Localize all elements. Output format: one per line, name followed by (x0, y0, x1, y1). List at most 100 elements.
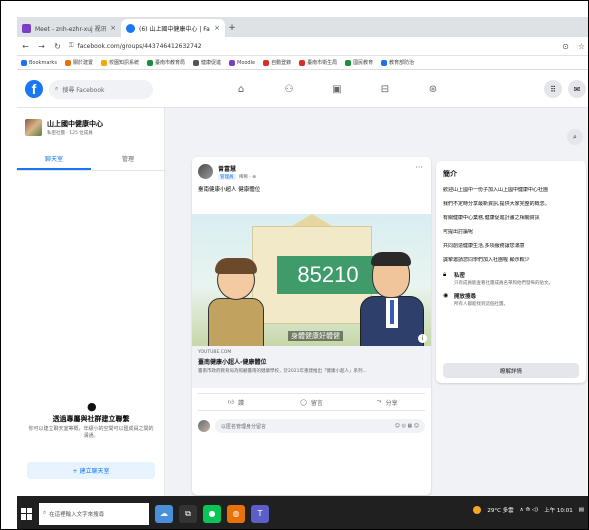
post-time: 稀稀 · ⊕ (238, 175, 256, 180)
url-field[interactable]: ⚿ facebook.com/groups/443746412632742 (69, 42, 554, 50)
bookmark-label: 臺南市教育局 (154, 60, 185, 66)
tray-icons[interactable]: ∧ ⟰ ◁) (520, 507, 539, 513)
line-app-icon[interactable]: ● (203, 504, 221, 523)
bookmark-star-icon[interactable]: ☆ (577, 42, 586, 51)
visibility-info: ◉ 開放搜尋 所有人都能找到這個社團。 (443, 292, 579, 307)
clock[interactable]: 上午 10:01 (544, 506, 573, 514)
author-name[interactable]: 曾富慧 (218, 164, 256, 173)
bookmark-item[interactable]: 關於建置 (64, 59, 93, 66)
comment-button[interactable]: ◯ 留言 (274, 394, 350, 410)
site-info-icon[interactable]: ⚿ (69, 42, 74, 50)
facebook-search-input[interactable]: ⌕ 搜尋 Facebook (49, 79, 153, 99)
bookmark-item[interactable]: Moodle (229, 59, 255, 66)
info-icon[interactable]: i (418, 334, 427, 343)
messenger-icon[interactable]: ✉ (568, 80, 586, 98)
about-line: 可提出討論呢 (443, 229, 474, 235)
bookmark-item[interactable]: 國民教育 (345, 59, 373, 66)
nav-home-icon[interactable]: ⌂ (217, 71, 265, 108)
eye-icon: ◉ (443, 292, 449, 299)
close-tab-icon[interactable]: × (110, 24, 116, 32)
group-header[interactable]: 山上國中健康中心 私密社團 · 125 位成員 (25, 119, 103, 136)
comment-composer: 以匿名管理身分留言 ☺ ◎ ▦ ☺ (198, 417, 425, 435)
browser-tab-bar: Meet - znh-ezhr-xuj 视讯会议 × (6) 山上國中健康中心 … (17, 17, 588, 37)
video-thumbnail[interactable]: 85210 身體健康好體健 i (192, 214, 431, 346)
facebook-logo[interactable]: f (25, 80, 43, 98)
link-description: 臺南市政府教育局為照顧臺南的健康學校，於2021年重建推出「健康小超人」系列..… (198, 369, 367, 374)
browser-tab-meet[interactable]: Meet - znh-ezhr-xuj 视讯会议 × (17, 19, 121, 37)
task-view-icon[interactable]: ⧉ (179, 504, 197, 523)
teams-app-icon[interactable]: T (251, 504, 269, 523)
chat-description: 你可以建立聊天室等概，年級小的空間可以匯成員之間的溝通。 (28, 426, 154, 439)
bookmark-favicon-icon (263, 59, 270, 66)
bookmark-item[interactable]: 臺南市衛生局 (299, 59, 337, 66)
tab-chat[interactable]: 聊天室 (17, 151, 91, 170)
privacy-desc: 只有成員能查看社團成員名單和他們發佈的貼文。 (454, 281, 553, 286)
bookmark-label: Bookmarks (29, 59, 57, 66)
comment-icon: ◯ (300, 398, 307, 406)
bookmark-item[interactable]: 校園知訊系統 (100, 59, 139, 66)
nav-groups-icon[interactable]: ⊛ (409, 71, 457, 108)
about-line: 誠摯邀請您同學們加入社團喔 顯示較少 (443, 257, 530, 263)
bookmark-favicon-icon (100, 59, 107, 66)
google-lens-icon[interactable]: ⊙ (561, 42, 570, 51)
back-icon[interactable]: ← (21, 42, 30, 51)
notifications-icon[interactable]: ▤ (579, 507, 584, 513)
author-avatar[interactable] (198, 164, 213, 179)
bookmark-label: 健康促進 (200, 60, 221, 66)
about-line: 有關健康中心業務,健康促進計畫之相關資訊 (443, 215, 540, 221)
like-button[interactable]: 👍︎ 讚 (198, 394, 274, 410)
menu-grid-icon[interactable]: ⠿ (544, 80, 562, 98)
nav-marketplace-icon[interactable]: ⊟ (361, 71, 409, 108)
about-panel: 簡介 歡迎山上國中一份子加入山上國中健康中心社團 我們不定時分享最新資訊,提供大家… (436, 161, 586, 383)
bookmark-item[interactable]: Bookmarks (21, 59, 57, 66)
lock-icon: 🔒︎ (443, 271, 447, 278)
bookmark-label: 教育部防治 (389, 60, 415, 66)
share-button[interactable]: ⤳ 分享 (349, 394, 425, 410)
about-line: 歡迎山上國中一份子加入山上國中健康中心社團 (443, 187, 549, 193)
nav-friends-icon[interactable]: ⚇ (265, 71, 313, 108)
tab-manage[interactable]: 管理 (91, 151, 165, 170)
new-tab-button[interactable]: + (225, 19, 239, 37)
share-icon: ⤳ (376, 398, 382, 405)
chat-bubble-icon: ● (87, 400, 97, 413)
url-text: facebook.com/groups/443746412632742 (77, 42, 202, 50)
bookmark-favicon-icon (192, 59, 199, 66)
bookmark-favicon-icon (146, 59, 153, 66)
group-search-icon[interactable]: ⌕ (567, 129, 583, 145)
privacy-info: 🔒︎ 私密 只有成員能查看社團成員名單和他們發佈的貼文。 (443, 271, 579, 286)
comment-tools-icon[interactable]: ☺ ◎ ▦ ☺ (395, 423, 419, 429)
cartoon-man-right (360, 252, 424, 346)
reload-icon[interactable]: ↻ (53, 42, 62, 51)
about-line: 共同創造健康生活,多項服務讓您滿意 (443, 243, 525, 249)
bookmarks-bar: Bookmarks 關於建置 校園知訊系統 臺南市教育局 健康促進 Moodle 自動登錄 臺… (17, 56, 588, 70)
close-tab-icon[interactable]: × (214, 24, 220, 32)
forward-icon[interactable]: → (37, 42, 46, 51)
windows-start-icon[interactable] (21, 507, 33, 520)
weather-text: 29°C 多雲 (487, 508, 514, 514)
learn-more-button[interactable]: 瞭解詳情 (443, 363, 579, 378)
bookmark-item[interactable]: 教育部防治 (381, 59, 414, 66)
taskbar-weather-widget-icon[interactable]: ☁ (155, 504, 173, 523)
group-thumbnail (25, 119, 42, 136)
link-preview[interactable]: YOUTUBE.COM 臺南健康小超人-健康體位 臺南市政府教育局為照顧臺南的健… (192, 346, 431, 388)
like-icon: 👍︎ (227, 399, 234, 406)
commenter-avatar[interactable] (198, 420, 210, 432)
bookmark-item[interactable]: 臺南市教育局 (146, 59, 185, 66)
taskbar-search-text: 在這裡輸入文字來搜尋 (49, 511, 105, 518)
group-name: 山上國中健康中心 (47, 120, 103, 128)
bookmark-favicon-icon (299, 59, 306, 66)
create-chat-button[interactable]: + 建立聊天室 (27, 462, 155, 479)
nav-watch-icon[interactable]: ▣ (313, 71, 361, 108)
bookmark-favicon-icon (64, 59, 71, 66)
post-more-icon[interactable]: ··· (415, 163, 423, 172)
bookmark-item[interactable]: 健康促進 (192, 59, 221, 66)
chrome-app-icon[interactable]: ◍ (227, 504, 245, 523)
comment-input[interactable]: 以匿名管理身分留言 ☺ ◎ ▦ ☺ (215, 419, 425, 433)
about-description: 歡迎山上國中一份子加入山上國中健康中心社團 我們不定時分享最新資訊,提供大家完整的… (443, 187, 579, 264)
bookmark-item[interactable]: 自動登錄 (263, 59, 291, 66)
group-meta: 私密社團 · 125 位成員 (47, 131, 93, 136)
browser-tab-facebook[interactable]: (6) 山上國中健康中心 | Facebook × (121, 19, 225, 37)
taskbar-search[interactable]: ⌕ 在這裡輸入文字來搜尋 (39, 502, 149, 525)
cartoon-man-left (208, 258, 264, 346)
admin-badge: 管理員 (218, 174, 236, 180)
